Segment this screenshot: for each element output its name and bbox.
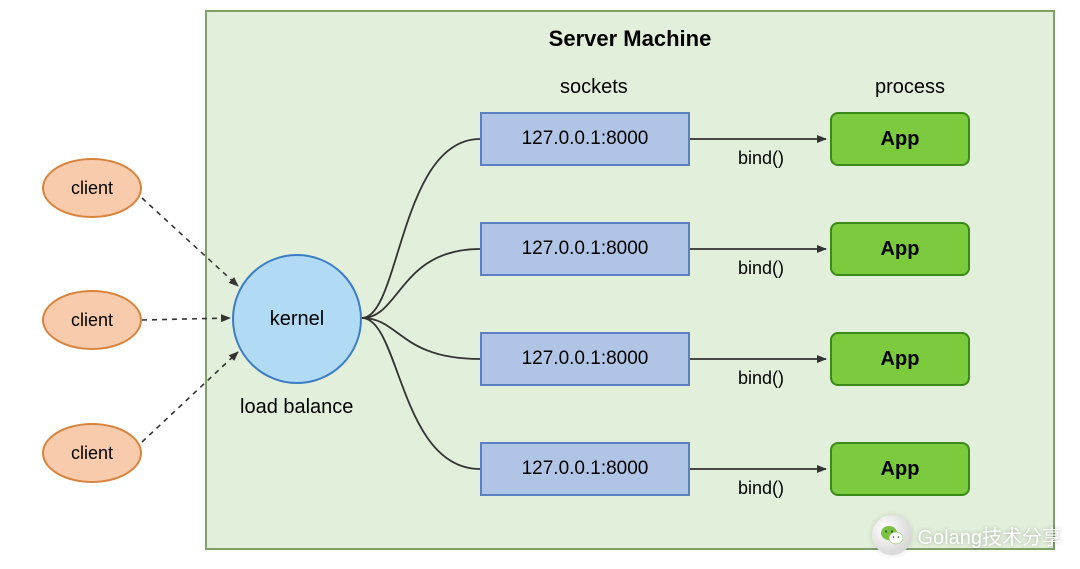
socket-label: 127.0.0.1:8000 xyxy=(522,458,649,480)
socket-label: 127.0.0.1:8000 xyxy=(522,238,649,260)
process-column-label: process xyxy=(875,76,945,99)
bind-label: bind() xyxy=(738,368,784,389)
app-label: App xyxy=(881,238,920,261)
kernel-node: kernel xyxy=(232,254,362,384)
socket-label: 127.0.0.1:8000 xyxy=(522,348,649,370)
app-label: App xyxy=(881,348,920,371)
wechat-icon xyxy=(872,515,912,555)
bind-label: bind() xyxy=(738,148,784,169)
app-box: App xyxy=(830,442,970,496)
socket-box: 127.0.0.1:8000 xyxy=(480,332,690,386)
client-label: client xyxy=(71,443,113,464)
client-node: client xyxy=(42,423,142,483)
server-title: Server Machine xyxy=(207,26,1053,52)
load-balance-label: load balance xyxy=(240,396,353,419)
socket-box: 127.0.0.1:8000 xyxy=(480,442,690,496)
watermark-text: Golang技术分享 xyxy=(918,521,1063,550)
app-label: App xyxy=(881,458,920,481)
client-label: client xyxy=(71,178,113,199)
sockets-column-label: sockets xyxy=(560,76,628,99)
socket-box: 127.0.0.1:8000 xyxy=(480,222,690,276)
client-node: client xyxy=(42,158,142,218)
bind-label: bind() xyxy=(738,478,784,499)
kernel-label: kernel xyxy=(270,308,324,331)
socket-label: 127.0.0.1:8000 xyxy=(522,128,649,150)
app-box: App xyxy=(830,222,970,276)
app-box: App xyxy=(830,112,970,166)
app-box: App xyxy=(830,332,970,386)
app-label: App xyxy=(881,128,920,151)
bind-label: bind() xyxy=(738,258,784,279)
client-label: client xyxy=(71,310,113,331)
watermark: Golang技术分享 xyxy=(872,515,1063,555)
client-node: client xyxy=(42,290,142,350)
socket-box: 127.0.0.1:8000 xyxy=(480,112,690,166)
